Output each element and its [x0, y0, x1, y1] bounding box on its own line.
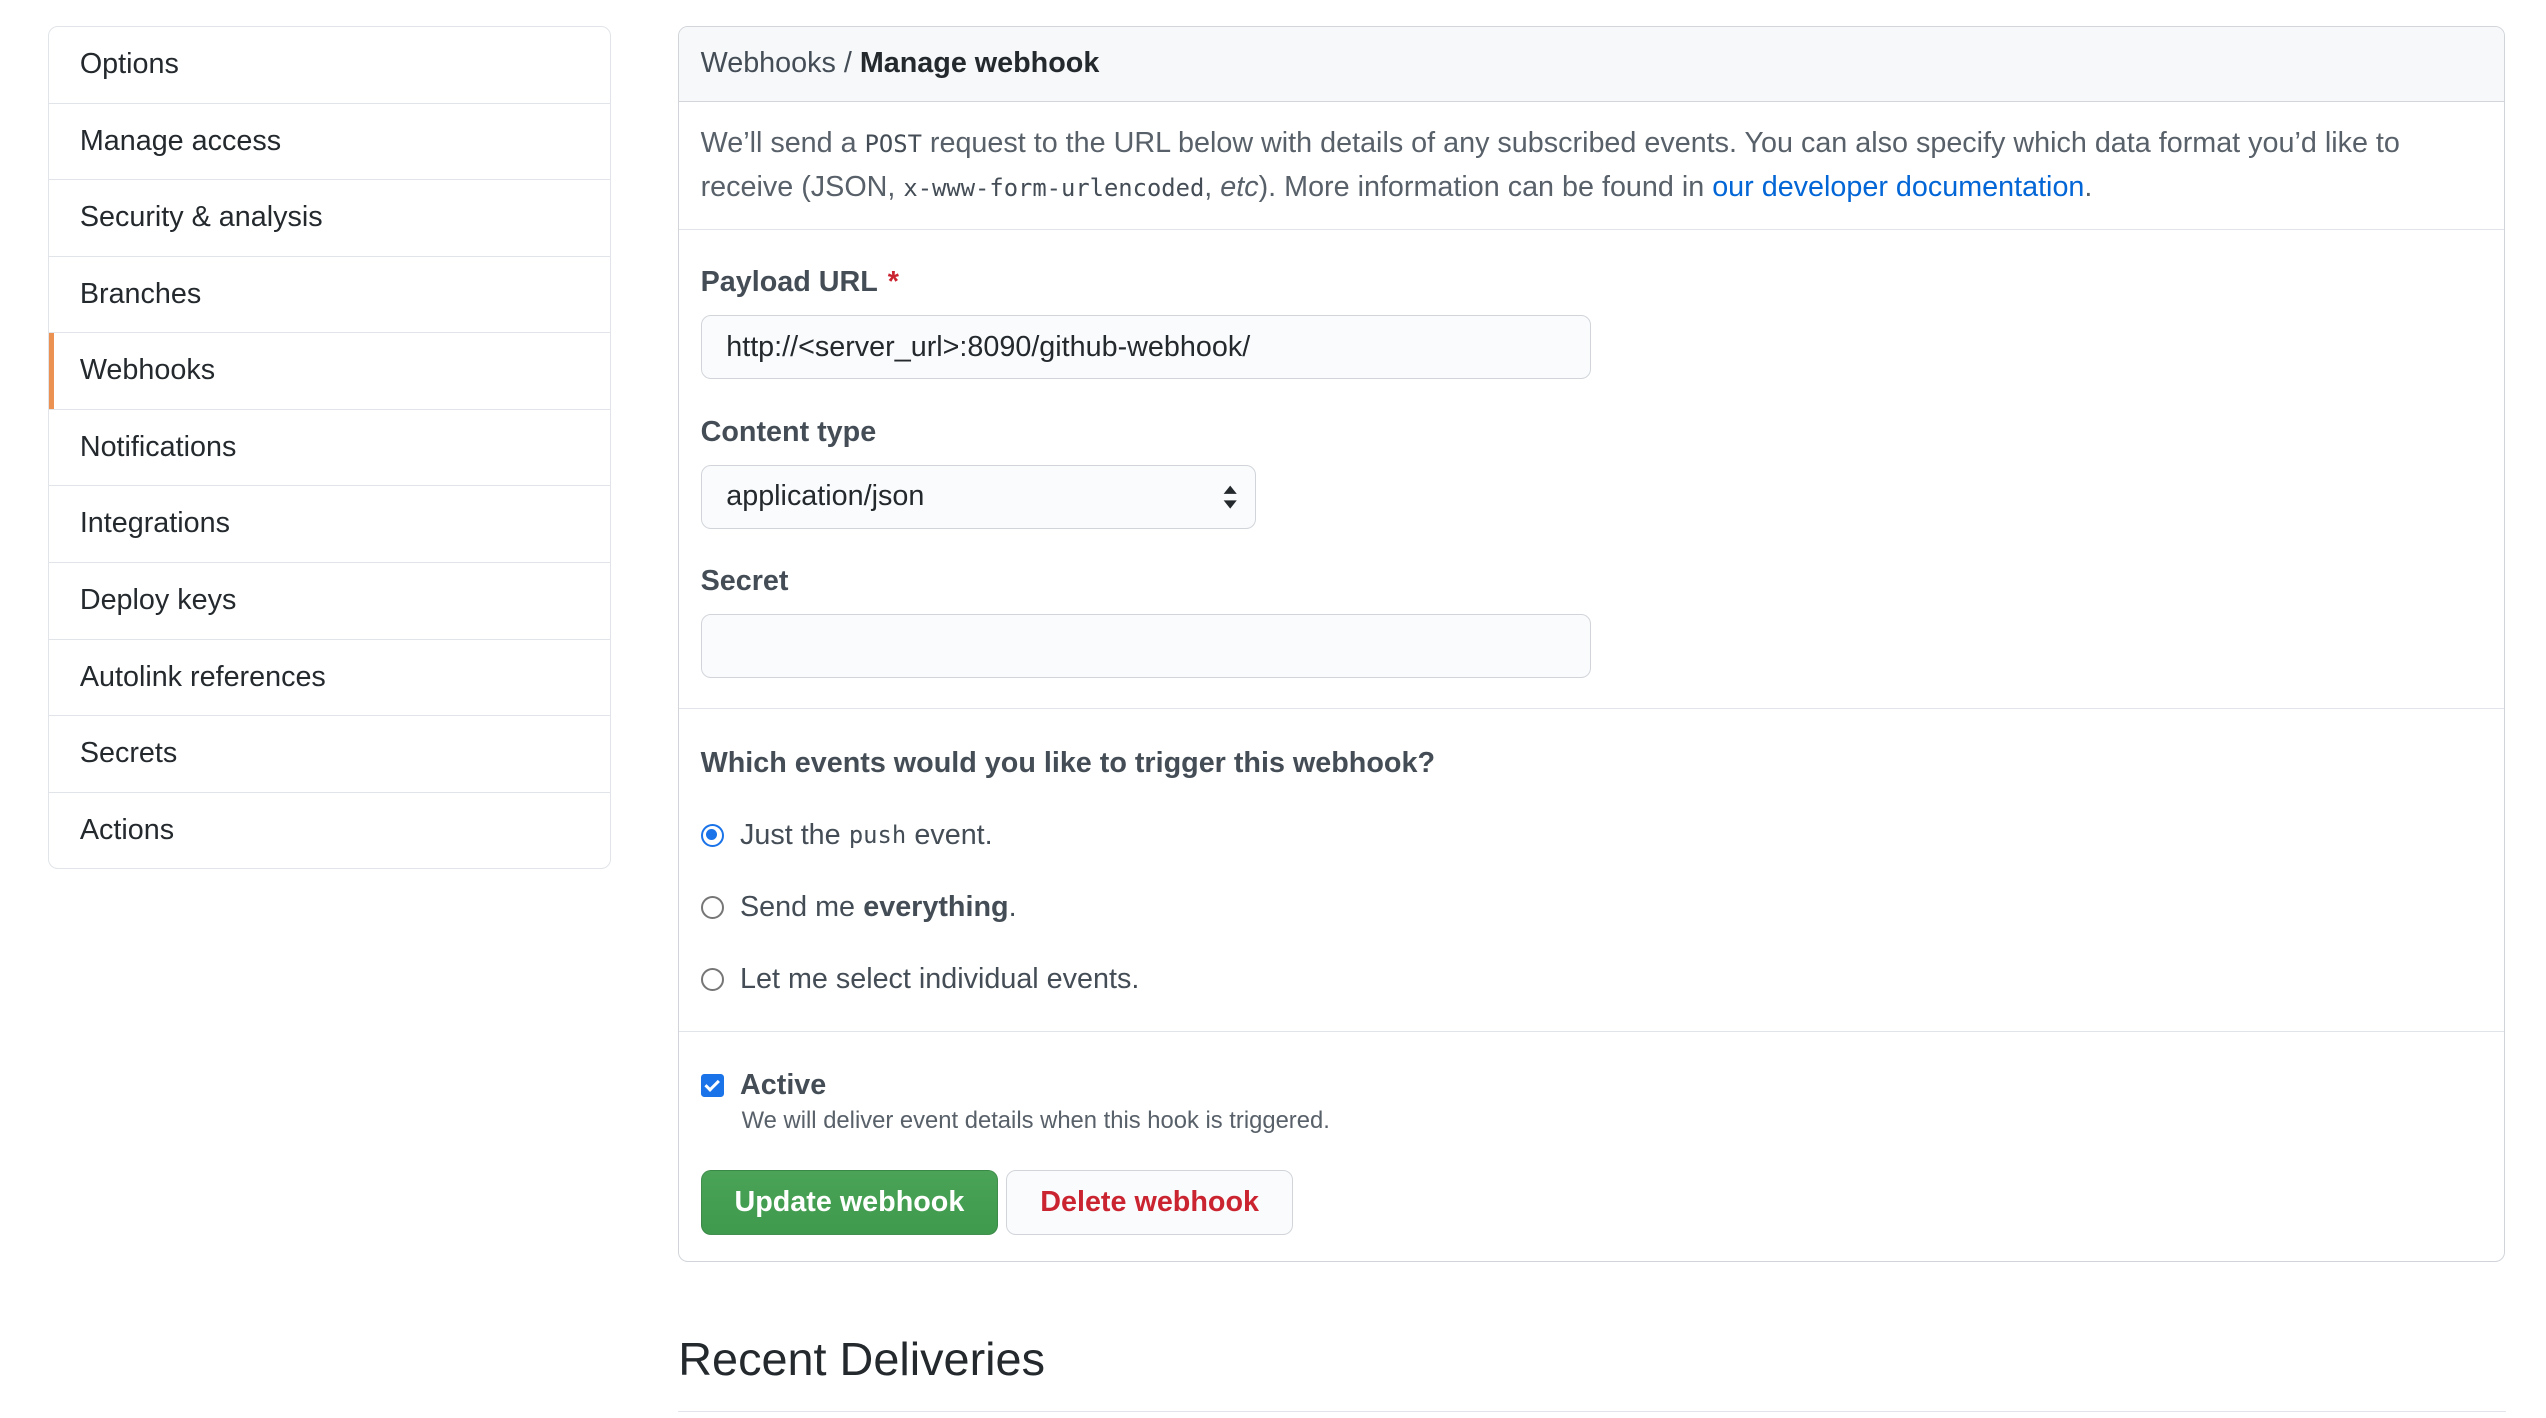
intro-format-code: x-www-form-urlencoded [903, 173, 1205, 202]
manage-webhook-box: Webhooks / Manage webhook We’ll send a P… [678, 26, 2505, 1262]
event-option-everything-pre: Send me [740, 890, 856, 923]
intro-part3: ). More information can be found in [1258, 170, 1705, 203]
sidebar-item-options[interactable]: Options [49, 27, 611, 103]
form-actions: Update webhook Delete webhook [700, 1169, 2483, 1236]
sidebar-item-actions[interactable]: Actions [48, 791, 611, 869]
active-label: Active [740, 1069, 827, 1102]
sidebar-item-security-analysis[interactable]: Security & analysis [48, 179, 611, 256]
active-checkbox[interactable] [700, 1074, 724, 1098]
intro-text: We’ll send a POST request to the URL bel… [679, 102, 2504, 230]
radio-push[interactable] [700, 823, 724, 847]
webhook-form-fields: Payload URL * Content type application/js… [679, 230, 2504, 709]
radio-everything[interactable] [700, 895, 724, 919]
event-option-everything-bold: everything [863, 890, 1009, 923]
intro-part1: We’ll send a [700, 126, 857, 159]
breadcrumb: Webhooks / Manage webhook [679, 27, 2504, 103]
event-option-push-pre: Just the [740, 818, 841, 851]
recent-deliveries-divider [678, 1410, 2507, 1413]
event-option-push-code: push [848, 821, 907, 850]
breadcrumb-current: Manage webhook [859, 47, 1100, 80]
delete-webhook-button[interactable]: Delete webhook [1006, 1169, 1293, 1236]
secret-input[interactable] [700, 614, 1591, 679]
event-option-push-post: event. [914, 818, 993, 851]
content-type-label: Content type [700, 415, 877, 448]
select-arrows-icon [1223, 485, 1237, 509]
intro-comma: , [1204, 170, 1213, 203]
intro-etc: etc [1220, 170, 1259, 203]
content-type-field: Content type application/json [700, 414, 2483, 529]
breadcrumb-webhooks-link[interactable]: Webhooks [701, 47, 836, 79]
intro-period: . [2084, 170, 2093, 203]
sidebar-item-deploy-keys[interactable]: Deploy keys [48, 561, 611, 639]
sidebar-item-autolink-references[interactable]: Autolink references [48, 638, 611, 716]
event-option-everything[interactable]: Send me everything. [700, 889, 2483, 925]
secret-field: Secret [700, 563, 2483, 679]
settings-sidebar: Options Manage access Security & analysi… [47, 26, 612, 870]
active-section: Active We will deliver event details whe… [679, 1032, 2504, 1236]
sidebar-item-manage-access[interactable]: Manage access [48, 102, 611, 180]
update-webhook-button[interactable]: Update webhook [700, 1169, 999, 1236]
developer-docs-link[interactable]: our developer documentation [1712, 171, 2084, 203]
event-option-everything-post: . [1008, 890, 1017, 923]
intro-method-code: POST [864, 129, 922, 158]
events-section: Which events would you like to trigger t… [679, 709, 2504, 1032]
radio-individual[interactable] [700, 968, 724, 992]
event-option-push[interactable]: Just the push event. [700, 817, 2483, 853]
sidebar-item-notifications[interactable]: Notifications [48, 408, 611, 486]
payload-url-label: Payload URL * [701, 264, 2483, 300]
content-type-select[interactable]: application/json [700, 464, 1256, 529]
payload-url-field: Payload URL * [700, 264, 2483, 380]
sidebar-item-secrets[interactable]: Secrets [48, 715, 611, 792]
payload-url-label-text: Payload URL [700, 266, 878, 299]
event-option-individual-label: Let me select individual events. [740, 963, 1140, 996]
breadcrumb-separator: / [843, 47, 852, 80]
page: Options Manage access Security & analysi… [0, 0, 2546, 1417]
payload-url-input[interactable] [700, 315, 1591, 380]
active-toggle[interactable]: Active [700, 1068, 2483, 1104]
events-question: Which events would you like to trigger t… [700, 746, 1435, 779]
sidebar-item-branches[interactable]: Branches [48, 255, 611, 333]
sidebar-item-webhooks[interactable]: Webhooks [48, 332, 611, 409]
event-option-individual[interactable]: Let me select individual events. [700, 962, 2483, 998]
recent-deliveries-title: Recent Deliveries [678, 1333, 1045, 1386]
secret-label: Secret [700, 565, 789, 598]
content-type-selected-value: application/json [726, 479, 925, 512]
required-marker: * [887, 266, 899, 299]
active-note: We will deliver event details when this … [741, 1106, 1330, 1134]
sidebar-item-integrations[interactable]: Integrations [48, 485, 611, 562]
